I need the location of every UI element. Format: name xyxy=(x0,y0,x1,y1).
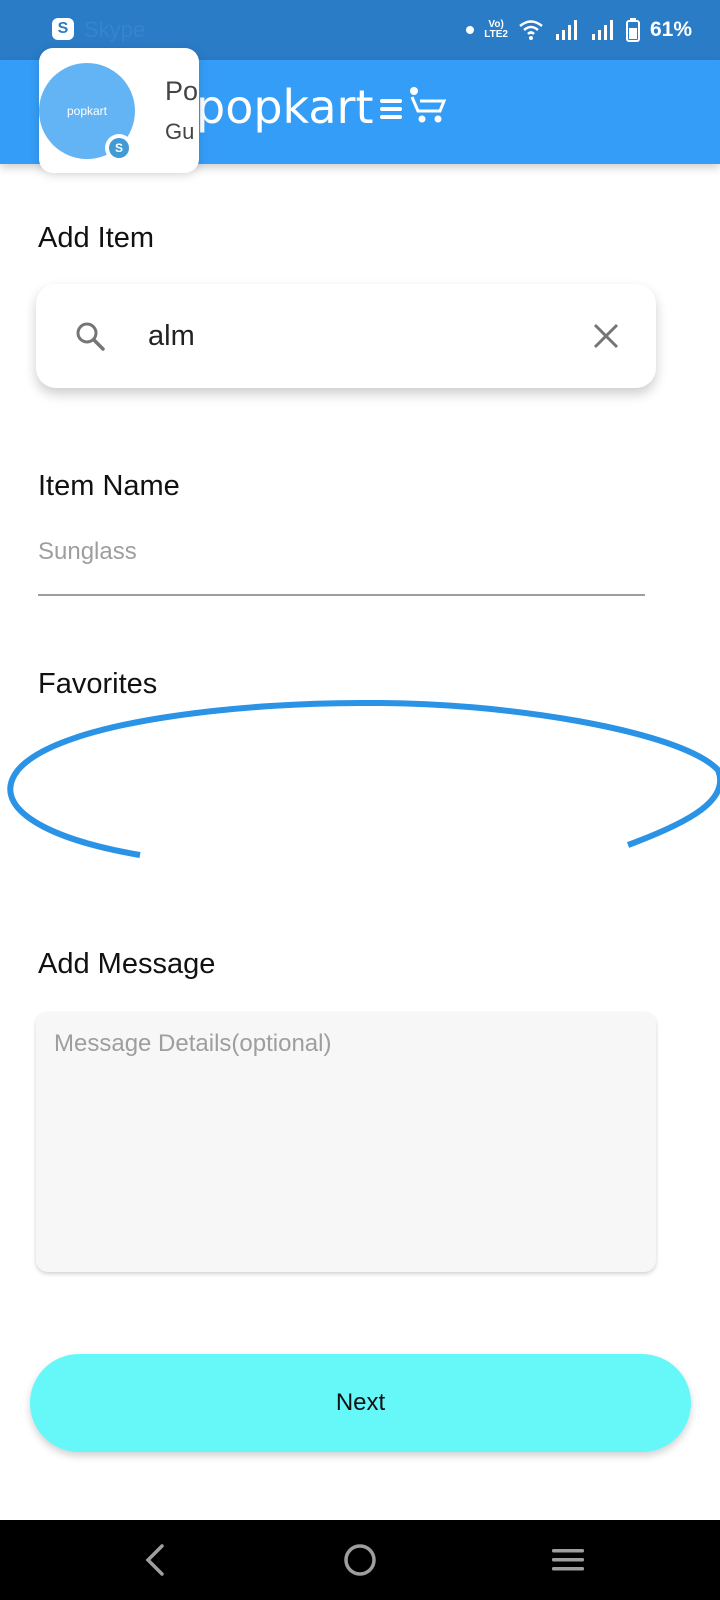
item-search-box xyxy=(36,284,656,388)
signal-icon-1 xyxy=(555,20,577,40)
clear-search-icon[interactable] xyxy=(590,320,622,352)
add-item-label: Add Item xyxy=(38,222,155,254)
notification-dot-icon xyxy=(466,26,475,34)
volte-icon: Vo) LTE2 xyxy=(484,20,508,40)
skype-notification-icon: S xyxy=(52,18,74,40)
status-icons: Vo) LTE2 61% xyxy=(466,14,692,46)
add-message-label: Add Message xyxy=(38,948,216,980)
search-icon xyxy=(76,322,105,351)
nav-recents-button[interactable] xyxy=(508,1520,628,1600)
wifi-icon xyxy=(519,20,543,40)
brand-text: popkart xyxy=(196,80,374,134)
message-details-input[interactable] xyxy=(36,1012,656,1272)
skype-badge-letter: S xyxy=(109,138,129,158)
chat-head-title: Po xyxy=(165,76,199,106)
brand-logo: popkart xyxy=(196,80,448,134)
nav-home-button[interactable] xyxy=(300,1520,420,1600)
notification-app-name: Skype xyxy=(84,17,146,42)
system-nav-bar xyxy=(0,1520,720,1600)
avatar-text: popkart xyxy=(66,104,108,118)
chat-head-overlay[interactable]: popkart S Po Gu xyxy=(39,48,199,173)
loading-spinner xyxy=(7,699,720,858)
recents-icon xyxy=(552,1549,584,1571)
skype-badge-icon: S xyxy=(105,134,133,162)
back-icon xyxy=(145,1544,164,1576)
item-name-label: Item Name xyxy=(38,470,180,502)
lte-label: LTE2 xyxy=(484,29,508,40)
battery-percent: 61% xyxy=(649,18,692,41)
chat-head-subtitle: Gu xyxy=(165,119,195,144)
item-search-input[interactable] xyxy=(148,312,588,360)
battery-icon xyxy=(625,18,640,42)
item-name-input[interactable] xyxy=(38,530,645,596)
next-button[interactable]: Next xyxy=(30,1354,691,1452)
nav-back-button[interactable] xyxy=(95,1520,215,1600)
signal-icon-2 xyxy=(591,20,613,40)
home-icon xyxy=(344,1544,376,1576)
cart-icon xyxy=(379,87,446,123)
